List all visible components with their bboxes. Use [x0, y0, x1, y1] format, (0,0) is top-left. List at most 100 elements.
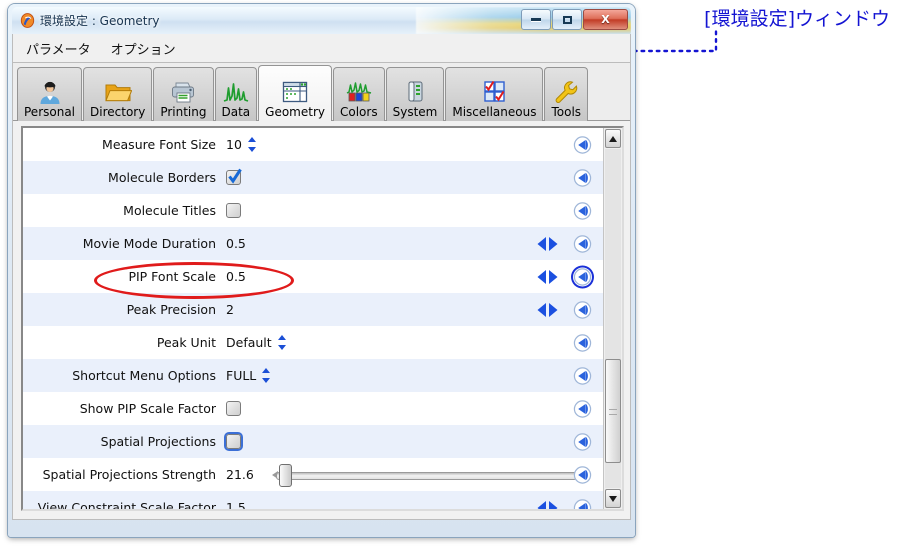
scroll-up-button[interactable] [605, 129, 621, 148]
slider-thumb[interactable] [279, 464, 292, 487]
setting-label: Movie Mode Duration [23, 236, 226, 251]
folder-icon [104, 79, 132, 105]
app-icon [20, 13, 35, 28]
scrollbar-track[interactable] [605, 149, 621, 488]
settings-list: Measure Font Size 10 Molecule Borders [21, 126, 624, 511]
table-row[interactable]: Movie Mode Duration 0.5 [23, 227, 603, 260]
tab-personal[interactable]: Personal [17, 67, 82, 121]
checkbox-unchecked[interactable] [226, 203, 241, 218]
menu-item-parameter[interactable]: パラメータ [19, 36, 98, 61]
setting-label: Peak Precision [23, 302, 226, 317]
setting-label: Molecule Titles [23, 203, 226, 218]
setting-label: Spatial Projections Strength [23, 467, 226, 482]
setting-value: 1.5 [226, 500, 246, 509]
menu-item-option[interactable]: オプション [104, 36, 183, 61]
tab-system[interactable]: System [386, 67, 445, 121]
server-icon [401, 79, 429, 105]
setting-value: 21.6 [226, 467, 254, 482]
close-button[interactable]: X [583, 9, 628, 30]
window-title: 環境設定 : Geometry [40, 12, 160, 29]
tab-colors[interactable]: Colors [333, 67, 385, 121]
tab-label: Colors [340, 106, 378, 119]
revert-icon[interactable] [573, 498, 592, 509]
setting-value: 0.5 [226, 269, 246, 284]
table-row[interactable]: Peak Unit Default [23, 326, 603, 359]
setting-label: Peak Unit [23, 335, 226, 350]
table-row-pip-font-scale[interactable]: PIP Font Scale 0.5 [23, 260, 603, 293]
slider-track[interactable] [276, 472, 577, 480]
tab-label: Tools [551, 106, 581, 119]
revert-icon[interactable] [573, 399, 592, 418]
tab-geometry[interactable]: Geometry [258, 65, 332, 121]
revert-icon-highlighted[interactable] [573, 267, 592, 286]
revert-icon[interactable] [573, 300, 592, 319]
revert-icon[interactable] [573, 234, 592, 253]
setting-label: View Constraint Scale Factor [23, 500, 226, 509]
tab-directory[interactable]: Directory [83, 67, 152, 121]
tab-label: Personal [24, 106, 75, 119]
checkbox-checked[interactable] [226, 170, 241, 185]
revert-icon[interactable] [573, 432, 592, 451]
maximize-button[interactable] [552, 9, 582, 30]
spinner-icon[interactable] [278, 335, 287, 350]
settings-rows: Measure Font Size 10 Molecule Borders [23, 128, 603, 509]
setting-label: Shortcut Menu Options [23, 368, 226, 383]
table-row[interactable]: Peak Precision 2 [23, 293, 603, 326]
left-right-arrows-icon[interactable] [536, 269, 559, 285]
revert-icon[interactable] [573, 135, 592, 154]
setting-label: Molecule Borders [23, 170, 226, 185]
color-swatch-icon [345, 79, 373, 105]
tab-label: Miscellaneous [452, 106, 536, 119]
tab-label: Geometry [265, 106, 325, 119]
tab-printing[interactable]: Printing [153, 67, 213, 121]
tab-label: Printing [160, 106, 206, 119]
setting-label: Show PIP Scale Factor [23, 401, 226, 416]
strength-slider[interactable] [272, 467, 577, 482]
table-row[interactable]: Molecule Borders [23, 161, 603, 194]
revert-icon[interactable] [573, 168, 592, 187]
revert-icon[interactable] [573, 201, 592, 220]
table-row[interactable]: Show PIP Scale Factor [23, 392, 603, 425]
settings-panel: Measure Font Size 10 Molecule Borders [12, 121, 631, 520]
tab-miscellaneous[interactable]: Miscellaneous [445, 67, 543, 121]
tab-tools[interactable]: Tools [544, 67, 588, 121]
user-icon [36, 79, 64, 105]
table-row[interactable]: Shortcut Menu Options FULL [23, 359, 603, 392]
checkbox-unchecked[interactable] [226, 401, 241, 416]
setting-value: FULL [226, 368, 256, 383]
table-row[interactable]: Spatial Projections [23, 425, 603, 458]
table-row[interactable]: Measure Font Size 10 [23, 128, 603, 161]
revert-icon[interactable] [573, 333, 592, 352]
setting-label: Spatial Projections [23, 434, 226, 449]
revert-icon[interactable] [573, 465, 592, 484]
setting-label: Measure Font Size [23, 137, 226, 152]
checkmark-icon [228, 168, 242, 184]
chevron-up-icon [609, 136, 617, 142]
annotation-window-label: [環境設定]ウィンドウ [704, 4, 890, 31]
spectrum-icon [222, 79, 250, 105]
minimize-button[interactable] [521, 9, 551, 30]
table-row[interactable]: Spatial Projections Strength 21.6 [23, 458, 603, 491]
scroll-thumb[interactable] [605, 359, 621, 463]
preferences-window: 環境設定 : Geometry X パラメータ オプション Personal [8, 4, 635, 537]
table-row[interactable]: Molecule Titles [23, 194, 603, 227]
vertical-scrollbar[interactable] [603, 128, 622, 509]
menu-bar: パラメータ オプション [12, 34, 631, 63]
checkbox-grid-icon [480, 79, 508, 105]
left-right-arrows-icon[interactable] [536, 500, 559, 510]
revert-icon[interactable] [573, 366, 592, 385]
spinner-icon[interactable] [248, 137, 257, 152]
table-row[interactable]: View Constraint Scale Factor 1.5 [23, 491, 603, 509]
scroll-down-button[interactable] [605, 489, 621, 508]
table-grid-icon [281, 79, 309, 105]
checkbox-unchecked-focused[interactable] [226, 434, 241, 449]
tab-data[interactable]: Data [215, 67, 258, 121]
window-controls: X [520, 9, 628, 30]
left-right-arrows-icon[interactable] [536, 236, 559, 252]
setting-label: PIP Font Scale [23, 269, 226, 284]
setting-value: 10 [226, 137, 242, 152]
spinner-icon[interactable] [262, 368, 271, 383]
printer-icon [169, 79, 197, 105]
left-right-arrows-icon[interactable] [536, 302, 559, 318]
tab-label: Data [222, 106, 251, 119]
